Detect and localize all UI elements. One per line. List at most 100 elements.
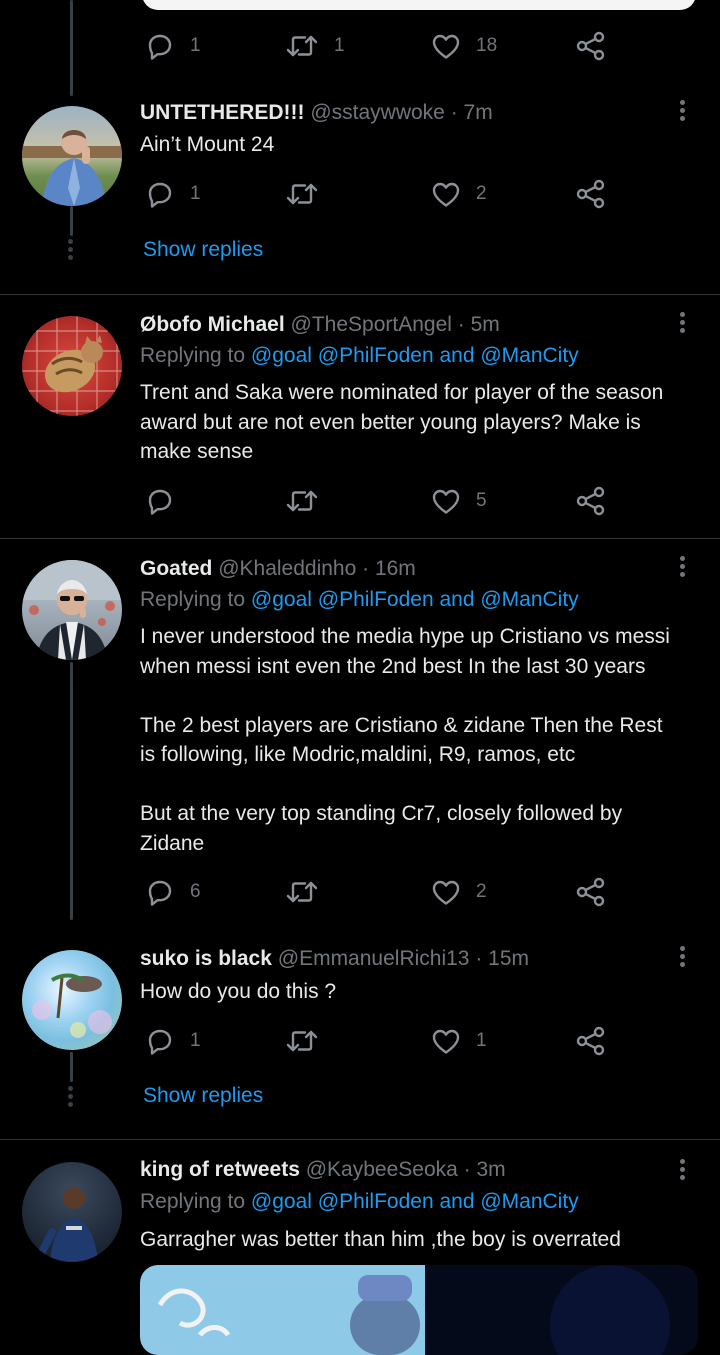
display-name[interactable]: king of retweets — [140, 1158, 300, 1181]
tweet-text: Garragher was better than him ,the boy i… — [140, 1228, 621, 1251]
display-name[interactable]: UNTETHERED!!! — [140, 101, 304, 124]
avatar[interactable] — [22, 316, 122, 416]
reply-button[interactable]: 1 — [144, 178, 201, 210]
retweet-icon — [284, 30, 320, 62]
share-button[interactable] — [575, 30, 607, 62]
display-name[interactable]: Goated — [140, 557, 212, 580]
replying-to-mentions[interactable]: @goal @PhilFoden and @ManCity — [251, 588, 579, 611]
divider — [0, 294, 720, 295]
replying-to-mentions[interactable]: @goal @PhilFoden and @ManCity — [251, 1190, 579, 1213]
heart-icon — [430, 1025, 462, 1057]
share-icon — [575, 178, 607, 210]
more-options-button[interactable] — [680, 100, 686, 124]
avatar[interactable] — [22, 1162, 122, 1262]
retweet-icon — [284, 1025, 320, 1057]
replying-to: Replying to @goal @PhilFoden and @ManCit… — [140, 344, 579, 368]
share-button[interactable] — [575, 178, 607, 210]
timestamp[interactable]: · 5m — [458, 313, 500, 336]
reply-count: 1 — [190, 183, 201, 204]
retweet-icon — [284, 876, 320, 908]
handle[interactable]: @sstaywwoke — [310, 101, 445, 124]
tweet-text: I never understood the media hype up Cri… — [140, 625, 670, 855]
reply-button[interactable]: 1 — [144, 30, 201, 62]
replying-to: Replying to @goal @PhilFoden and @ManCit… — [140, 588, 579, 612]
divider — [0, 1139, 720, 1140]
reply-icon — [144, 30, 176, 62]
reply-button[interactable]: 6 — [144, 876, 201, 908]
handle[interactable]: @Khaleddinho — [218, 557, 356, 580]
retweet-count: 1 — [334, 35, 345, 56]
thread-dots — [68, 239, 74, 263]
replying-to-label: Replying to — [140, 344, 246, 367]
replying-to: Replying to @goal @PhilFoden and @ManCit… — [140, 1190, 579, 1214]
reply-button[interactable]: 1 — [144, 1025, 201, 1057]
handle[interactable]: @TheSportAngel — [291, 313, 452, 336]
retweet-button[interactable] — [284, 1025, 320, 1057]
reply-icon — [144, 485, 176, 517]
tweet-text: Trent and Saka were nominated for player… — [140, 381, 664, 463]
thread-line — [70, 0, 73, 96]
reply-icon — [144, 876, 176, 908]
replying-to-mentions[interactable]: @goal @PhilFoden and @ManCity — [251, 344, 579, 367]
thread-line — [70, 662, 73, 920]
thread-dots — [68, 1086, 74, 1110]
like-button[interactable]: 5 — [430, 485, 487, 517]
reply-count: 1 — [190, 1030, 201, 1051]
more-options-button[interactable] — [680, 556, 686, 580]
timestamp[interactable]: · 3m — [464, 1158, 506, 1181]
more-options-button[interactable] — [680, 1159, 686, 1183]
share-icon — [575, 485, 607, 517]
like-button[interactable]: 2 — [430, 876, 487, 908]
like-count: 2 — [476, 183, 487, 204]
more-options-button[interactable] — [680, 946, 686, 970]
heart-icon — [430, 30, 462, 62]
like-button[interactable]: 1 — [430, 1025, 487, 1057]
reply-button[interactable] — [144, 485, 176, 517]
handle[interactable]: @KaybeeSeoka — [306, 1158, 458, 1181]
like-count: 18 — [476, 35, 498, 56]
display-name[interactable]: suko is black — [140, 947, 272, 970]
show-replies-link[interactable]: Show replies — [143, 238, 263, 262]
share-button[interactable] — [575, 485, 607, 517]
retweet-icon — [284, 178, 320, 210]
display-name[interactable]: Øbofo Michael — [140, 313, 285, 336]
tweet-header: Goated @Khaleddinho · 16m — [140, 557, 416, 581]
timestamp[interactable]: · 16m — [362, 557, 416, 580]
timestamp[interactable]: · 15m — [475, 947, 529, 970]
thread-line — [70, 206, 73, 236]
retweet-button[interactable] — [284, 178, 320, 210]
tweet-header: Øbofo Michael @TheSportAngel · 5m — [140, 313, 500, 337]
tweet-header: UNTETHERED!!! @sstaywwoke · 7m — [140, 101, 493, 125]
media-card-bottom[interactable] — [142, 0, 696, 10]
share-button[interactable] — [575, 876, 607, 908]
replying-to-label: Replying to — [140, 1190, 246, 1213]
like-count: 2 — [476, 881, 487, 902]
retweet-button[interactable] — [284, 485, 320, 517]
show-replies-link[interactable]: Show replies — [143, 1084, 263, 1108]
like-count: 1 — [476, 1030, 487, 1051]
avatar[interactable] — [22, 560, 122, 660]
retweet-button[interactable]: 1 — [284, 30, 345, 62]
like-count: 5 — [476, 490, 487, 511]
retweet-icon — [284, 485, 320, 517]
share-icon — [575, 30, 607, 62]
replying-to-label: Replying to — [140, 588, 246, 611]
share-button[interactable] — [575, 1025, 607, 1057]
tweet-text: Ain’t Mount 24 — [140, 133, 275, 156]
share-icon — [575, 1025, 607, 1057]
reply-icon — [144, 178, 176, 210]
reply-count: 1 — [190, 35, 201, 56]
heart-icon — [430, 485, 462, 517]
share-icon — [575, 876, 607, 908]
retweet-button[interactable] — [284, 876, 320, 908]
like-button[interactable]: 18 — [430, 30, 497, 62]
timestamp[interactable]: · 7m — [451, 101, 493, 124]
heart-icon — [430, 178, 462, 210]
divider — [0, 538, 720, 539]
more-options-button[interactable] — [680, 312, 686, 336]
avatar[interactable] — [22, 950, 122, 1050]
avatar[interactable] — [22, 106, 122, 206]
like-button[interactable]: 2 — [430, 178, 487, 210]
reply-icon — [144, 1025, 176, 1057]
handle[interactable]: @EmmanuelRichi13 — [278, 947, 470, 970]
